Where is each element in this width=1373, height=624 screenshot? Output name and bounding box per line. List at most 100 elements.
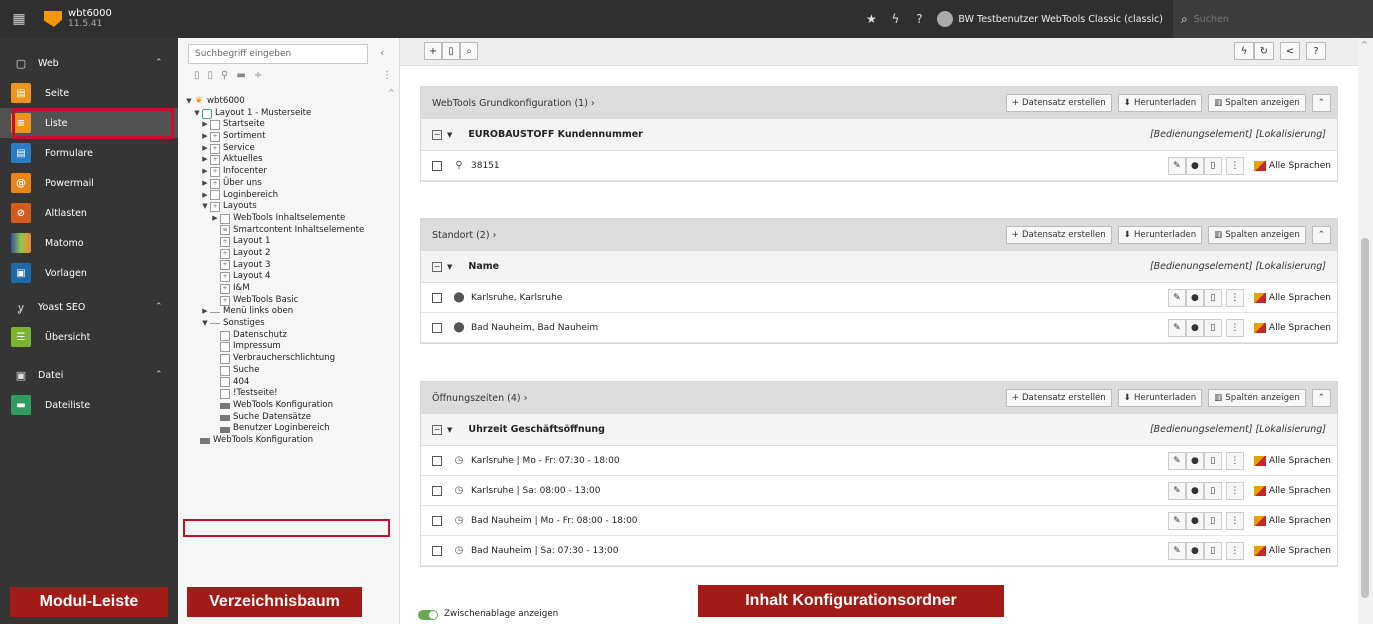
search-button[interactable]: ⌕ xyxy=(460,42,478,60)
module-group-yoast[interactable]: ỿ Yoast SEO ⌃ xyxy=(0,292,178,322)
help-icon[interactable]: ? xyxy=(907,12,931,26)
columns-button[interactable]: ▥ Spalten anzeigen xyxy=(1208,226,1306,244)
content-scrollbar[interactable]: ^ xyxy=(1358,38,1373,624)
tree-node[interactable]: ▶ + Sortiment xyxy=(184,131,394,143)
tree-node[interactable]: ▼ Layout 1 - Musterseite xyxy=(184,108,394,120)
row-value[interactable]: Bad Nauheim | Sa: 07:30 - 13:00 xyxy=(471,546,618,556)
new-record-button[interactable]: + xyxy=(424,42,442,60)
module-powermail[interactable]: @ Powermail xyxy=(0,168,178,198)
site-logo[interactable]: wbt6000 11.5.41 xyxy=(44,9,112,29)
tree-node[interactable]: + Layout 1 xyxy=(184,236,394,248)
tree-node[interactable]: ▶ WebTools Inhaltselemente xyxy=(184,213,394,225)
download-button[interactable]: ⬇ Herunterladen xyxy=(1117,94,1203,112)
edit-icon[interactable]: ✎ xyxy=(1167,319,1186,337)
columns-button[interactable]: ▥ Spalten anzeigen xyxy=(1208,94,1306,112)
edit-icon[interactable]: ✎ xyxy=(1167,157,1186,175)
search-box[interactable]: ⌕ Suchen xyxy=(1173,0,1373,38)
tree-node[interactable]: ▶ + Service xyxy=(184,143,394,155)
more-icon[interactable]: ⋮ xyxy=(1225,512,1244,530)
tree-node[interactable]: Suche xyxy=(184,365,394,377)
tree-node[interactable]: ▼ ❦ wbt6000 xyxy=(184,96,394,108)
select-all-checkbox[interactable]: − xyxy=(432,129,442,140)
more-icon[interactable]: ⋮ xyxy=(1225,542,1244,560)
columns-button[interactable]: ▥ Spalten anzeigen xyxy=(1208,389,1306,407)
select-all-checkbox[interactable]: − xyxy=(432,261,442,272)
tree-node[interactable]: 404 xyxy=(184,377,394,389)
table-row[interactable]: ⚲ 38151 ✎ ● ▯ ⋮ Alle Sprachen xyxy=(421,151,1337,181)
select-all-checkbox[interactable]: − xyxy=(432,424,442,435)
collapse-button[interactable]: ⌃ xyxy=(1311,389,1331,407)
create-record-button[interactable]: + Datensatz erstellen xyxy=(1005,94,1112,112)
more-icon[interactable]: ⋮ xyxy=(1225,157,1244,175)
create-record-button[interactable]: + Datensatz erstellen xyxy=(1005,226,1112,244)
edit-icon[interactable]: ✎ xyxy=(1167,482,1186,500)
column-title[interactable]: EUROBAUSTOFF Kundennummer xyxy=(468,129,642,140)
section-title[interactable]: WebTools Grundkonfiguration (1) › xyxy=(432,98,595,109)
row-value[interactable]: Bad Nauheim, Bad Nauheim xyxy=(471,323,598,333)
tree-node[interactable]: Impressum xyxy=(184,341,394,353)
more-icon[interactable]: ⋮ xyxy=(1225,289,1244,307)
table-row[interactable]: ◷ Karlsruhe | Sa: 08:00 - 13:00 ✎ ● ▯ ⋮ … xyxy=(421,476,1337,506)
tree-node[interactable]: + I&M xyxy=(184,283,394,295)
more-icon[interactable]: ⋮ xyxy=(1225,319,1244,337)
edit-icon[interactable]: ✎ xyxy=(1167,289,1186,307)
row-checkbox[interactable] xyxy=(432,545,442,556)
tree-node[interactable]: ▼ + Layouts xyxy=(184,201,394,213)
tree-node[interactable]: ▶ Menü links oben xyxy=(184,306,394,318)
delete-icon[interactable]: ▯ xyxy=(1203,157,1222,175)
edit-icon[interactable]: ✎ xyxy=(1167,512,1186,530)
tree-node[interactable]: !Testseite! xyxy=(184,388,394,400)
row-checkbox[interactable] xyxy=(432,455,442,466)
section-title[interactable]: Standort (2) › xyxy=(432,230,496,241)
tree-node[interactable]: ≡ Smartcontent Inhaltselemente xyxy=(184,225,394,237)
tree-node[interactable]: ▶ + Über uns xyxy=(184,178,394,190)
toggle-icon[interactable]: ● xyxy=(1185,319,1204,337)
toggle-icon[interactable]: ● xyxy=(1185,289,1204,307)
row-checkbox[interactable] xyxy=(432,292,442,303)
bookmark-star-icon[interactable]: ★ xyxy=(859,12,883,26)
tree-node[interactable]: Benutzer Loginbereich xyxy=(184,423,394,435)
scrollbar-thumb[interactable] xyxy=(1361,238,1369,598)
module-matomo[interactable]: Matomo xyxy=(0,228,178,258)
collapse-button[interactable]: ⌃ xyxy=(1311,94,1331,112)
link-icon[interactable]: ⚲ xyxy=(221,70,228,81)
row-checkbox[interactable] xyxy=(432,485,442,496)
column-title[interactable]: Name xyxy=(468,261,499,272)
row-value[interactable]: 38151 xyxy=(471,161,500,171)
tree-node[interactable]: + WebTools Basic xyxy=(184,295,394,307)
export-button[interactable]: ▯ xyxy=(442,42,460,60)
row-value[interactable]: Karlsruhe | Mo - Fr: 07:30 - 18:00 xyxy=(471,456,620,466)
delete-icon[interactable]: ▯ xyxy=(1203,319,1222,337)
delete-icon[interactable]: ▯ xyxy=(1203,289,1222,307)
edit-icon[interactable]: ✎ xyxy=(1167,452,1186,470)
share-button[interactable]: < xyxy=(1280,42,1300,60)
collapse-button[interactable]: ⌃ xyxy=(1311,226,1331,244)
scroll-up-icon[interactable]: ^ xyxy=(1361,40,1368,49)
new-page-plus-icon[interactable]: ▯ xyxy=(208,70,214,81)
delete-icon[interactable]: ▯ xyxy=(1203,482,1222,500)
tree-node-selected[interactable]: WebTools Konfiguration xyxy=(184,435,394,447)
search-input[interactable]: Suchen xyxy=(1194,14,1229,25)
table-row[interactable]: ◷ Karlsruhe | Mo - Fr: 07:30 - 18:00 ✎ ●… xyxy=(421,446,1337,476)
delete-icon[interactable]: ▯ xyxy=(1203,512,1222,530)
download-button[interactable]: ⬇ Herunterladen xyxy=(1117,226,1203,244)
module-vorlagen[interactable]: ▣ Vorlagen xyxy=(0,258,178,288)
toggle-icon[interactable]: ● xyxy=(1185,542,1204,560)
chevron-left-icon[interactable]: ‹ xyxy=(380,46,384,59)
folder-icon[interactable]: ▬ xyxy=(236,70,245,81)
tree-node[interactable]: Datenschutz xyxy=(184,330,394,342)
delete-icon[interactable]: ▯ xyxy=(1203,542,1222,560)
module-dateiliste[interactable]: ▬ Dateiliste xyxy=(0,390,178,420)
caret-down-icon[interactable]: ▼ xyxy=(447,426,452,434)
shortcut-button[interactable]: ϟ xyxy=(1234,42,1254,60)
tree-node[interactable]: + Layout 4 xyxy=(184,271,394,283)
row-checkbox[interactable] xyxy=(432,160,442,171)
table-row[interactable]: ◷ Bad Nauheim | Sa: 07:30 - 13:00 ✎ ● ▯ … xyxy=(421,536,1337,566)
delete-icon[interactable]: ▯ xyxy=(1203,452,1222,470)
module-uebersicht[interactable]: ☰ Übersicht xyxy=(0,322,178,352)
tree-node[interactable]: ▶ + Aktuelles xyxy=(184,154,394,166)
row-value[interactable]: Karlsruhe | Sa: 08:00 - 13:00 xyxy=(471,486,601,496)
more-icon[interactable]: ⋮ xyxy=(1225,452,1244,470)
tree-node[interactable]: ▶ + Infocenter xyxy=(184,166,394,178)
module-formulare[interactable]: ▤ Formulare xyxy=(0,138,178,168)
